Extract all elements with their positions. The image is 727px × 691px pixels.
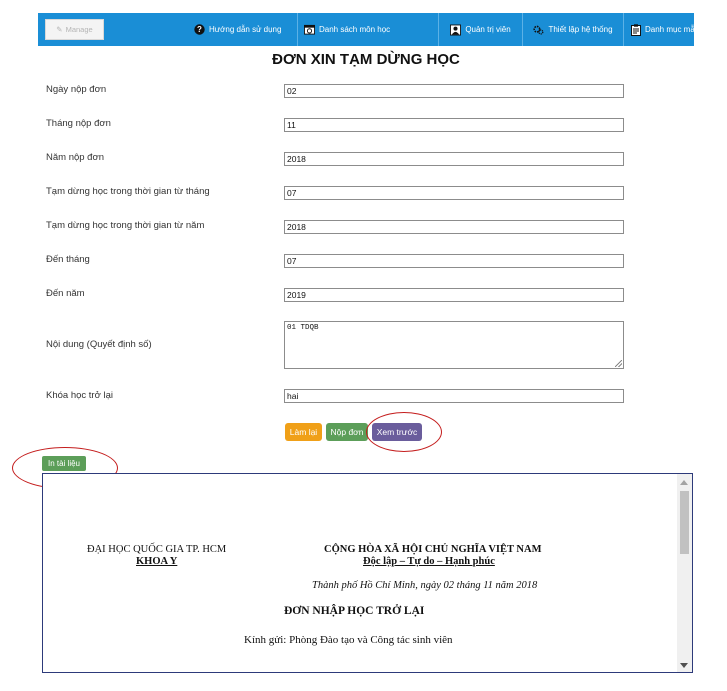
submit-button[interactable]: Nộp đơn: [326, 423, 368, 441]
resize-grip-icon[interactable]: [615, 360, 622, 367]
to-year-input[interactable]: 2019: [284, 288, 624, 302]
submit-day-label: Ngày nộp đơn: [46, 84, 107, 95]
doc-faculty: KHOA Y: [136, 556, 178, 567]
nav-admin[interactable]: Quản trị viên: [438, 13, 522, 46]
doc-university: ĐẠI HỌC QUỐC GIA TP. HCM: [87, 544, 227, 555]
annotation-circle-preview: [366, 412, 442, 452]
gears-icon: [533, 24, 544, 35]
decision-content-textarea[interactable]: 01 TDQB: [284, 321, 624, 369]
doc-motto: Độc lập – Tự do – Hạnh phúc: [363, 556, 495, 567]
scroll-down-arrow-icon[interactable]: [680, 663, 688, 668]
submit-day-input[interactable]: 02: [284, 84, 624, 98]
reset-button[interactable]: Làm lại: [285, 423, 322, 441]
nav-user-guide-label: Hướng dẫn sử dụng: [209, 25, 282, 34]
nav-system-settings[interactable]: Thiết lập hệ thống: [522, 13, 623, 46]
manage-button[interactable]: ✎ Manage: [45, 19, 104, 40]
document-preview-frame[interactable]: ĐẠI HỌC QUỐC GIA TP. HCM KHOA Y CỘNG HÒA…: [42, 473, 693, 673]
top-navbar: ✎ Manage ? Hướng dẫn sử dụng Danh sách m…: [38, 13, 716, 46]
question-circle-icon: ?: [194, 24, 205, 35]
doc-title: ĐƠN NHẬP HỌC TRỞ LẠI: [284, 605, 425, 617]
submit-year-input[interactable]: 2018: [284, 152, 624, 166]
nav-form-templates[interactable]: Danh mục mẫu đơn: [623, 13, 723, 46]
nav-course-list[interactable]: Danh sách môn học: [297, 13, 438, 46]
nav-system-settings-label: Thiết lập hệ thống: [548, 25, 613, 34]
nav-course-list-label: Danh sách môn học: [319, 25, 391, 34]
submit-month-label: Tháng nộp đơn: [46, 118, 111, 129]
calendar-icon: [304, 24, 315, 35]
pencil-icon: ✎: [56, 25, 63, 34]
doc-recipient: Kính gửi: Phòng Đào tạo và Công tác sinh…: [244, 634, 453, 646]
user-admin-icon: [450, 24, 462, 35]
decision-content-label: Nội dung (Quyết định số): [46, 339, 152, 350]
scroll-up-arrow-icon[interactable]: [680, 480, 688, 485]
return-course-label: Khóa học trở lại: [46, 390, 113, 401]
doc-republic: CỘNG HÒA XÃ HỘI CHỦ NGHĨA VIỆT NAM: [324, 544, 542, 555]
submit-month-input[interactable]: 11: [284, 118, 624, 132]
pause-from-month-label: Tạm dừng học trong thời gian từ tháng: [46, 186, 210, 197]
manage-label: Manage: [65, 25, 93, 34]
return-course-input[interactable]: hai: [284, 389, 624, 403]
page-title: ĐƠN XIN TẠM DỪNG HỌC: [272, 51, 460, 68]
decision-content-value: 01 TDQB: [287, 324, 319, 332]
nav-user-guide[interactable]: ? Hướng dẫn sử dụng: [188, 13, 295, 46]
nav-form-templates-label: Danh mục mẫu đơn: [645, 25, 716, 34]
clipboard-icon: [630, 23, 641, 36]
nav-admin-label: Quản trị viên: [465, 25, 511, 34]
pause-from-year-label: Tạm dừng học trong thời gian từ năm: [46, 220, 205, 231]
svg-text:?: ?: [197, 25, 202, 34]
submit-year-label: Năm nộp đơn: [46, 152, 104, 163]
to-month-label: Đến tháng: [46, 254, 90, 265]
scroll-thumb[interactable]: [680, 491, 689, 554]
doc-date-line: Thành phố Hồ Chí Minh, ngày 02 tháng 11 …: [312, 580, 538, 591]
to-year-label: Đến năm: [46, 288, 85, 299]
pause-from-month-input[interactable]: 07: [284, 186, 624, 200]
pause-from-year-input[interactable]: 2018: [284, 220, 624, 234]
to-month-input[interactable]: 07: [284, 254, 624, 268]
document-scrollbar[interactable]: [677, 474, 692, 672]
